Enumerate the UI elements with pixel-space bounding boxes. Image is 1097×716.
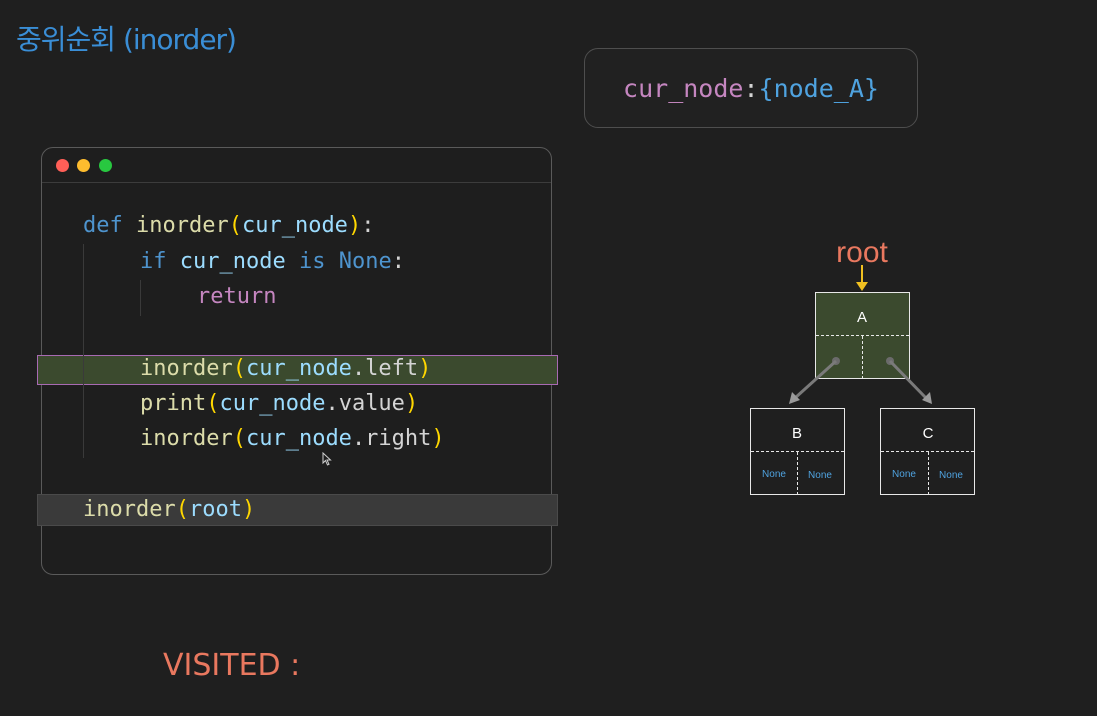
visited-label: VISITED : [163,648,301,683]
root-label: root [836,236,888,269]
tree-node-b: B None None [750,408,845,495]
node-a-label: A [857,309,867,326]
node-c-right-none: None [939,470,963,481]
node-b-right-none: None [808,470,832,481]
node-c-label: C [923,425,934,442]
node-b-label: B [792,425,802,442]
node-c-left-none: None [892,469,916,480]
node-b-left-none: None [762,469,786,480]
root-pointer-arrowhead [856,282,868,291]
binary-tree-diagram: root A B None None C None None [750,236,975,495]
tree-node-c: C None None [880,408,975,495]
